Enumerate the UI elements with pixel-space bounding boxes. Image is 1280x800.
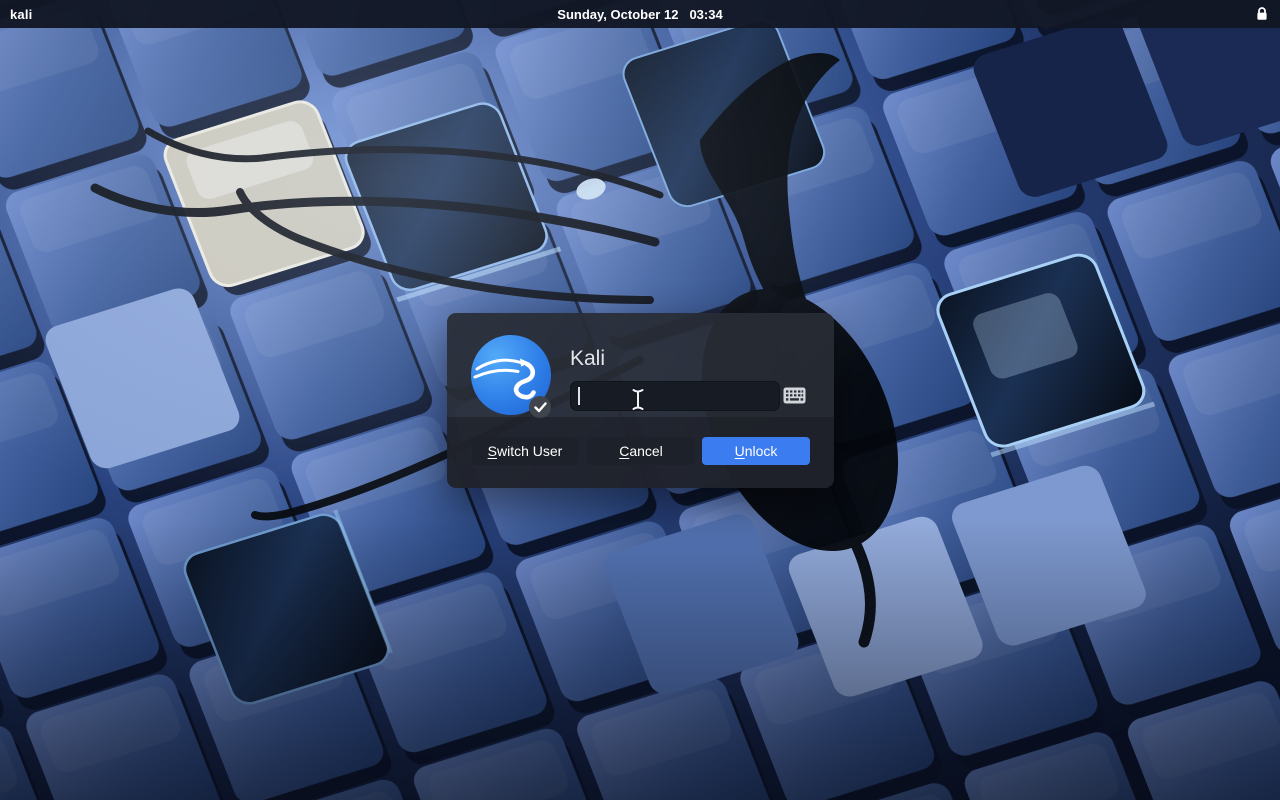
- lock-icon: [1257, 7, 1267, 20]
- on-screen-keyboard-icon[interactable]: [783, 387, 806, 404]
- cancel-button[interactable]: Cancel: [587, 437, 695, 465]
- text-cursor-ibeam: [631, 387, 645, 412]
- unlock-button[interactable]: Unlock: [702, 437, 810, 465]
- top-bar: kali Sunday, October 12 03:34: [0, 0, 1280, 28]
- kali-logo-avatar: [471, 335, 551, 418]
- clock-date: Sunday, October 12: [557, 6, 679, 22]
- clock-time: 03:34: [689, 6, 723, 22]
- lock-screen: kali Sunday, October 12 03:34 Kali Switc…: [0, 0, 1280, 800]
- username-label: Kali: [570, 347, 606, 370]
- clock[interactable]: Sunday, October 12 03:34: [557, 7, 722, 22]
- text-caret: [578, 387, 580, 405]
- switch-user-button[interactable]: Switch User: [472, 437, 578, 465]
- checkmark-badge: [529, 396, 551, 418]
- password-input[interactable]: [570, 381, 780, 411]
- session-user-label: kali: [10, 6, 33, 22]
